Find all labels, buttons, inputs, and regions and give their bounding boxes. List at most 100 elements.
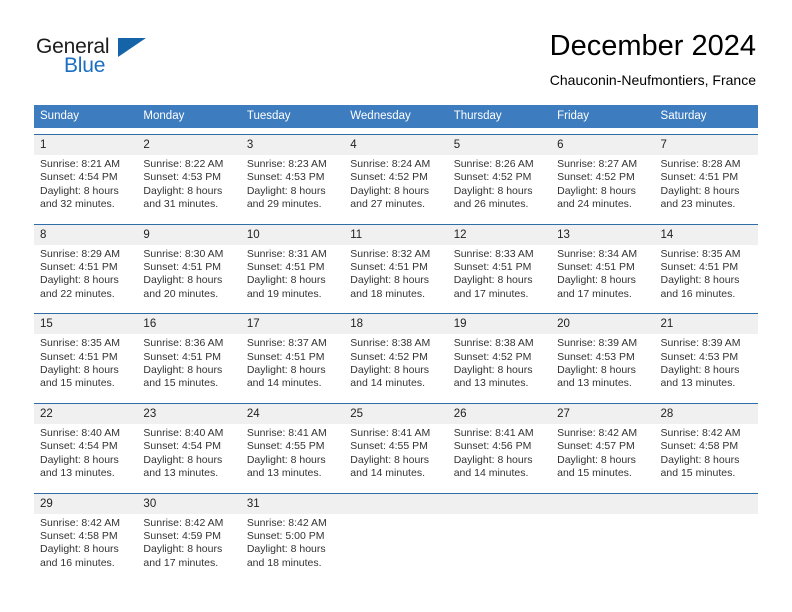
day-number[interactable]: 6 [551, 135, 654, 155]
day-cell[interactable]: Sunrise: 8:42 AM Sunset: 4:57 PM Dayligh… [551, 424, 654, 487]
day-number[interactable]: 31 [241, 494, 344, 514]
day-number[interactable]: 16 [137, 314, 240, 334]
sunset-text: Sunset: 4:51 PM [660, 261, 739, 274]
day-number[interactable]: 7 [655, 135, 758, 155]
day-number[interactable]: 17 [241, 314, 344, 334]
day-cell[interactable]: Sunrise: 8:26 AM Sunset: 4:52 PM Dayligh… [448, 155, 551, 218]
sunrise-text: Sunrise: 8:38 AM [350, 337, 431, 350]
day-cell[interactable]: Sunrise: 8:41 AM Sunset: 4:55 PM Dayligh… [344, 424, 447, 487]
day-cell[interactable]: Sunrise: 8:29 AM Sunset: 4:51 PM Dayligh… [34, 245, 137, 308]
day-cell[interactable]: Sunrise: 8:42 AM Sunset: 4:58 PM Dayligh… [655, 424, 758, 487]
daylight-text: Daylight: 8 hours [453, 453, 533, 466]
day-number[interactable]: 3 [241, 135, 344, 155]
sunset-text: Sunset: 4:53 PM [246, 171, 325, 184]
day-cell[interactable]: Sunrise: 8:35 AM Sunset: 4:51 PM Dayligh… [34, 334, 137, 397]
week-detail-band: Sunrise: 8:42 AM Sunset: 4:58 PM Dayligh… [34, 513, 758, 577]
day-cell[interactable]: Sunrise: 8:32 AM Sunset: 4:51 PM Dayligh… [344, 245, 447, 308]
day-number[interactable]: 5 [448, 135, 551, 155]
daylight-text: Daylight: 8 hours [453, 364, 533, 377]
daylight-text: Daylight: 8 hours [143, 453, 223, 466]
daylight-text: Daylight: 8 hours [246, 274, 326, 287]
sunrise-text: Sunrise: 8:31 AM [246, 247, 327, 260]
day-number[interactable]: 23 [137, 404, 240, 424]
day-number[interactable]: 24 [241, 404, 344, 424]
day-cell[interactable]: Sunrise: 8:27 AM Sunset: 4:52 PM Dayligh… [551, 155, 654, 218]
day-cell[interactable]: Sunrise: 8:34 AM Sunset: 4:51 PM Dayligh… [551, 245, 654, 308]
day-number[interactable]: 26 [448, 404, 551, 424]
day-number[interactable]: 12 [448, 225, 551, 245]
day-cell[interactable]: Sunrise: 8:24 AM Sunset: 4:52 PM Dayligh… [344, 155, 447, 218]
sunrise-text: Sunrise: 8:26 AM [453, 158, 534, 170]
sunset-text: Sunset: 4:51 PM [143, 350, 222, 363]
day-number[interactable]: 1 [34, 135, 137, 155]
sunset-text: Sunset: 4:51 PM [660, 171, 739, 184]
day-number[interactable]: 27 [551, 404, 654, 424]
day-number[interactable]: 21 [655, 314, 758, 334]
day-cell[interactable]: Sunrise: 8:30 AM Sunset: 4:51 PM Dayligh… [137, 245, 240, 308]
day-cell[interactable]: Sunrise: 8:35 AM Sunset: 4:51 PM Dayligh… [655, 245, 758, 308]
daylight-text-cont: and 15 minutes. [660, 467, 736, 480]
sunrise-text: Sunrise: 8:23 AM [246, 158, 327, 170]
day-number[interactable]: 28 [655, 404, 758, 424]
day-cell[interactable]: Sunrise: 8:40 AM Sunset: 4:54 PM Dayligh… [34, 424, 137, 487]
day-cell[interactable]: Sunrise: 8:33 AM Sunset: 4:51 PM Dayligh… [448, 245, 551, 308]
location-subtitle: Chauconin-Neufmontiers, France [549, 72, 756, 88]
sunset-text: Sunset: 4:56 PM [453, 440, 532, 453]
day-cell[interactable]: Sunrise: 8:42 AM Sunset: 4:59 PM Dayligh… [137, 514, 240, 577]
day-number-empty [551, 494, 654, 514]
day-cell[interactable]: Sunrise: 8:42 AM Sunset: 4:58 PM Dayligh… [34, 514, 137, 577]
day-number[interactable]: 20 [551, 314, 654, 334]
sunrise-text: Sunrise: 8:29 AM [40, 247, 120, 260]
title-block: December 2024 Chauconin-Neufmontiers, Fr… [550, 28, 756, 90]
sunset-text: Sunset: 4:52 PM [557, 171, 635, 184]
day-cell[interactable]: Sunrise: 8:38 AM Sunset: 4:52 PM Dayligh… [344, 334, 447, 397]
day-cell[interactable]: Sunrise: 8:39 AM Sunset: 4:53 PM Dayligh… [655, 334, 758, 397]
daylight-text-cont: and 20 minutes. [143, 287, 219, 300]
sunset-text: Sunset: 4:52 PM [350, 171, 428, 184]
day-number[interactable]: 9 [137, 225, 240, 245]
day-cell[interactable]: Sunrise: 8:38 AM Sunset: 4:52 PM Dayligh… [448, 334, 551, 397]
day-cell[interactable]: Sunrise: 8:22 AM Sunset: 4:53 PM Dayligh… [137, 155, 240, 218]
day-number[interactable]: 2 [137, 135, 240, 155]
sunset-text: Sunset: 4:57 PM [557, 440, 635, 453]
day-number[interactable]: 25 [344, 404, 447, 424]
sunset-text: Sunset: 4:59 PM [143, 529, 222, 542]
day-cell[interactable]: Sunrise: 8:21 AM Sunset: 4:54 PM Dayligh… [34, 155, 137, 218]
day-cell[interactable]: Sunrise: 8:28 AM Sunset: 4:51 PM Dayligh… [655, 155, 758, 218]
day-number[interactable]: 29 [34, 494, 137, 514]
sunrise-text: Sunrise: 8:41 AM [350, 426, 431, 439]
sunrise-text: Sunrise: 8:40 AM [40, 426, 120, 439]
sunset-text: Sunset: 4:51 PM [143, 261, 222, 274]
page-title: December 2024 [549, 30, 756, 62]
day-number[interactable]: 22 [34, 404, 137, 424]
day-number[interactable]: 19 [448, 314, 551, 334]
day-number[interactable]: 10 [241, 225, 344, 245]
day-cell[interactable]: Sunrise: 8:31 AM Sunset: 4:51 PM Dayligh… [241, 245, 344, 308]
day-cell[interactable]: Sunrise: 8:37 AM Sunset: 4:51 PM Dayligh… [241, 334, 344, 397]
daylight-text-cont: and 32 minutes. [40, 198, 115, 211]
day-number[interactable]: 14 [655, 225, 758, 245]
daylight-text: Daylight: 8 hours [143, 274, 223, 287]
day-cell[interactable]: Sunrise: 8:41 AM Sunset: 4:55 PM Dayligh… [241, 424, 344, 487]
daylight-text: Daylight: 8 hours [350, 184, 430, 197]
day-cell[interactable]: Sunrise: 8:40 AM Sunset: 4:54 PM Dayligh… [137, 424, 240, 487]
day-number[interactable]: 11 [344, 225, 447, 245]
page-header: General Blue December 2024 Chauconin-Neu… [0, 0, 792, 100]
sunset-text: Sunset: 4:51 PM [453, 261, 532, 274]
day-cell[interactable]: Sunrise: 8:23 AM Sunset: 4:53 PM Dayligh… [241, 155, 344, 218]
week-date-number-band: 8 9 10 11 12 13 14 [34, 224, 758, 245]
day-number[interactable]: 18 [344, 314, 447, 334]
day-number[interactable]: 13 [551, 225, 654, 245]
day-cell[interactable]: Sunrise: 8:39 AM Sunset: 4:53 PM Dayligh… [551, 334, 654, 397]
day-number[interactable]: 8 [34, 225, 137, 245]
day-cell[interactable]: Sunrise: 8:36 AM Sunset: 4:51 PM Dayligh… [137, 334, 240, 397]
day-number[interactable]: 30 [137, 494, 240, 514]
day-cell[interactable]: Sunrise: 8:42 AM Sunset: 5:00 PM Dayligh… [241, 514, 344, 577]
daylight-text: Daylight: 8 hours [143, 543, 223, 556]
sunrise-text: Sunrise: 8:42 AM [143, 516, 224, 529]
day-cell[interactable]: Sunrise: 8:41 AM Sunset: 4:56 PM Dayligh… [448, 424, 551, 487]
day-number[interactable]: 4 [344, 135, 447, 155]
weekday-header-friday: Friday [557, 110, 590, 122]
day-cell-empty [448, 514, 551, 577]
day-number[interactable]: 15 [34, 314, 137, 334]
